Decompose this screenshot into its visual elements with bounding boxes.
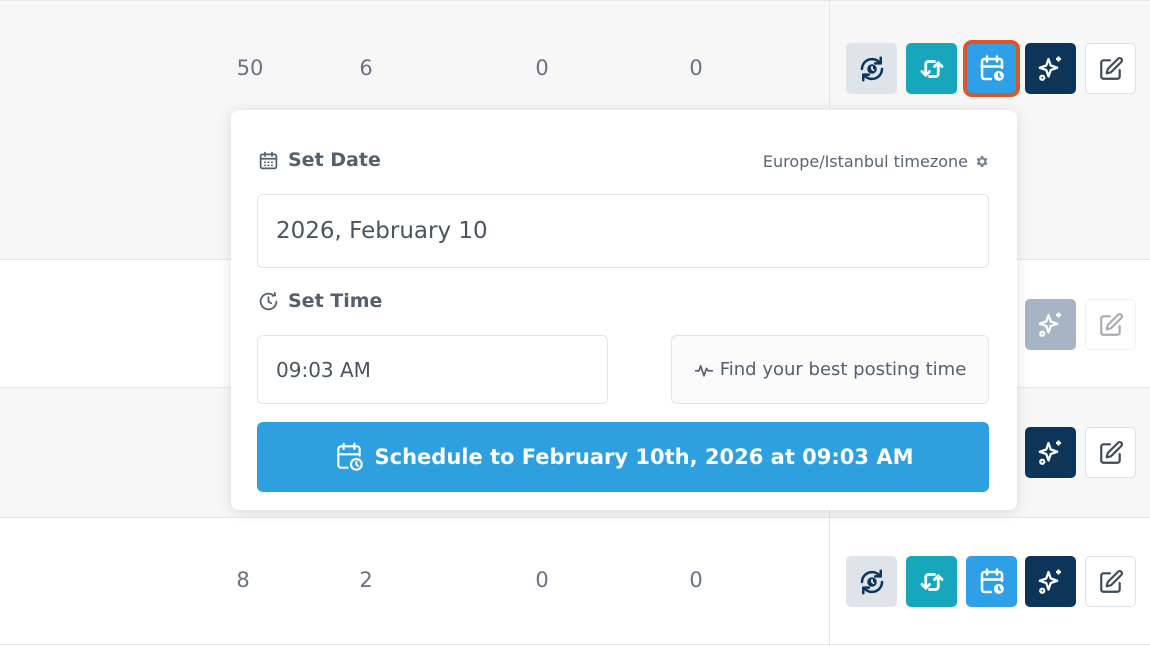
clock-icon [259,291,278,310]
sparkles-icon [1038,569,1061,594]
timezone-link[interactable]: Europe/Istanbul timezone [763,152,989,171]
sync-button[interactable] [846,556,897,607]
refresh-clock-icon [860,56,883,81]
best-posting-time-button[interactable]: Find your best posting time [671,335,989,404]
edit-button[interactable] [1085,427,1136,478]
gear-icon [976,155,988,168]
set-time-text: Set Time [288,290,383,312]
edit-button[interactable] [1085,43,1136,94]
calendar-clock-icon [336,442,363,471]
edit-icon [1099,569,1123,593]
schedule-popover: Set Date Europe/Istanbul timezone 2026, … [231,110,1017,510]
best-posting-time-label: Find your best posting time [719,359,967,380]
pulse-icon [694,364,713,377]
edit-icon [1099,56,1123,80]
edit-button[interactable] [1085,299,1136,350]
date-input[interactable]: 2026, February 10 [257,194,989,268]
table-cell: 0 [689,56,703,80]
ai-button[interactable] [1025,556,1076,607]
schedule-submit-label: Schedule to February 10th, 2026 at 09:03… [374,445,914,469]
set-date-label: Set Date [258,149,381,171]
repeat-button[interactable] [906,556,957,607]
schedule-button[interactable] [966,556,1017,607]
ai-button[interactable] [1025,43,1076,94]
sync-button[interactable] [846,43,897,94]
table-cell: 8 [236,568,250,592]
calendar-icon [259,151,278,169]
repeat-icon [920,572,943,591]
table-cell: 0 [535,56,549,80]
set-time-label: Set Time [258,290,382,312]
ai-button[interactable] [1025,427,1076,478]
schedule-submit-button[interactable]: Schedule to February 10th, 2026 at 09:03… [257,422,989,492]
table-cell: 50 [236,56,264,80]
edit-icon [1099,440,1123,464]
time-input[interactable]: 09:03 AM [257,335,608,404]
timezone-text: Europe/Istanbul timezone [762,152,968,171]
edit-button[interactable] [1085,556,1136,607]
sparkles-icon [1038,440,1061,465]
refresh-clock-icon [860,569,883,594]
edit-icon [1099,312,1123,336]
ai-button[interactable] [1025,299,1076,350]
table-cell: 0 [689,568,703,592]
sparkles-icon [1038,312,1061,337]
repeat-button[interactable] [906,43,957,94]
table-cell: 0 [535,568,549,592]
sparkles-icon [1038,56,1061,81]
calendar-clock-icon [980,567,1004,594]
table-cell: 6 [359,56,373,80]
table-cell: 2 [359,568,373,592]
schedule-button[interactable] [963,40,1020,97]
repeat-icon [920,59,943,78]
set-date-text: Set Date [288,149,381,171]
calendar-clock-icon [980,54,1004,81]
